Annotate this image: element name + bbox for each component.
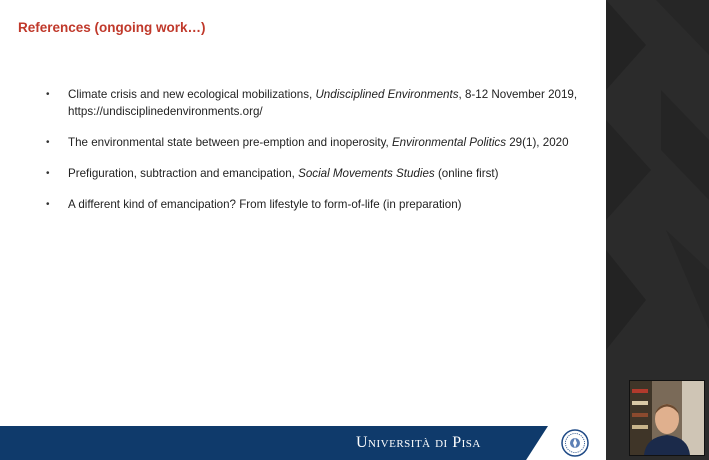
reference-item: • A different kind of emancipation? From… — [44, 196, 589, 213]
reference-text: The environmental state between pre-empt… — [68, 136, 569, 149]
bullet: • — [46, 89, 50, 100]
slide-title: References (ongoing work…) — [18, 20, 206, 35]
reference-item: • The environmental state between pre-em… — [44, 134, 589, 151]
university-seal-icon — [561, 429, 589, 457]
person-video-icon — [630, 381, 704, 455]
webcam-thumbnail[interactable] — [629, 380, 705, 456]
bullet: • — [46, 137, 50, 148]
bullet: • — [46, 168, 50, 179]
reference-text: A different kind of emancipation? From l… — [68, 198, 462, 211]
references-list: • Climate crisis and new ecological mobi… — [44, 86, 589, 227]
bullet: • — [46, 199, 50, 210]
reference-item: • Climate crisis and new ecological mobi… — [44, 86, 589, 120]
university-name: Università di Pisa — [356, 434, 481, 451]
reference-text: Prefiguration, subtraction and emancipat… — [68, 167, 499, 180]
reference-text: Climate crisis and new ecological mobili… — [68, 88, 578, 118]
slide-footer: Università di Pisa — [0, 426, 606, 460]
reference-item: • Prefiguration, subtraction and emancip… — [44, 165, 589, 182]
presentation-slide: References (ongoing work…) • Climate cri… — [0, 0, 606, 460]
